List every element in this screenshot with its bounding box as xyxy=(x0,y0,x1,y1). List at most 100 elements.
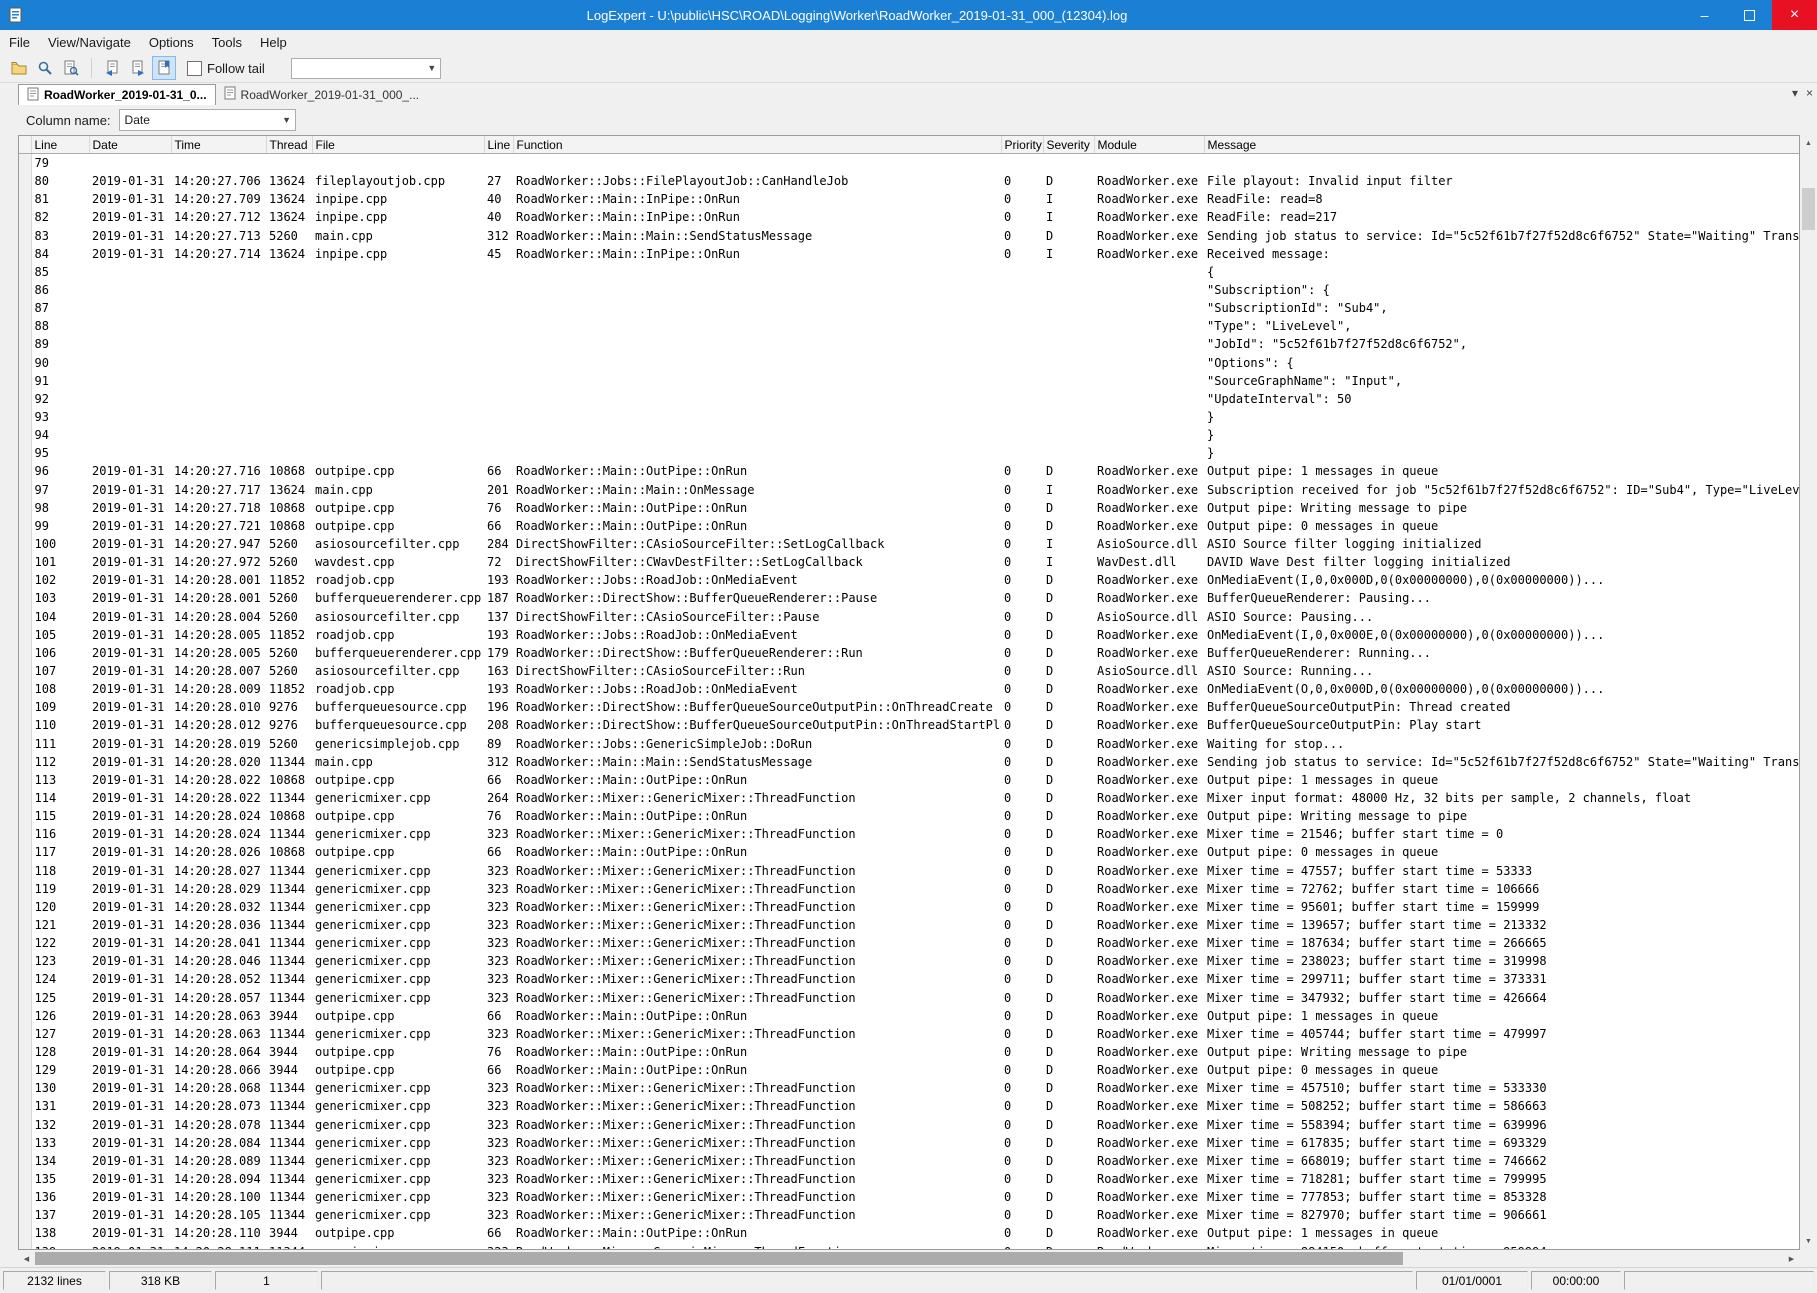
row-indicator[interactable] xyxy=(19,789,31,807)
log-row[interactable]: 1072019-01-3114:20:28.0075260asiosourcef… xyxy=(19,662,1799,680)
scroll-left-icon[interactable]: ◀ xyxy=(18,1250,35,1267)
row-indicator[interactable] xyxy=(19,970,31,988)
row-indicator[interactable] xyxy=(19,1007,31,1025)
row-indicator[interactable] xyxy=(19,354,31,372)
row-indicator[interactable] xyxy=(19,317,31,335)
follow-tail-checkbox[interactable] xyxy=(187,61,202,76)
app-icon[interactable] xyxy=(8,7,24,23)
log-row[interactable]: 1192019-01-3114:20:28.02911344genericmix… xyxy=(19,880,1799,898)
row-indicator[interactable] xyxy=(19,553,31,571)
header-file[interactable]: File xyxy=(312,136,484,154)
tab-close-icon[interactable]: × xyxy=(1806,86,1813,100)
row-indicator[interactable] xyxy=(19,680,31,698)
maximize-button[interactable] xyxy=(1727,0,1772,30)
row-indicator[interactable] xyxy=(19,1134,31,1152)
row-indicator[interactable] xyxy=(19,190,31,208)
log-row[interactable]: 89"JobId": "5c52f61b7f27f52d8c6f6752", xyxy=(19,335,1799,353)
row-indicator[interactable] xyxy=(19,825,31,843)
log-row[interactable]: 1132019-01-3114:20:28.02210868outpipe.cp… xyxy=(19,771,1799,789)
tab-roadworker-log-inactive[interactable]: RoadWorker_2019-01-31_000_... xyxy=(216,84,428,105)
row-indicator[interactable] xyxy=(19,1242,31,1250)
row-indicator[interactable] xyxy=(19,753,31,771)
log-row[interactable]: 1172019-01-3114:20:28.02610868outpipe.cp… xyxy=(19,843,1799,861)
log-row[interactable]: 1112019-01-3114:20:28.0195260genericsimp… xyxy=(19,735,1799,753)
log-row[interactable]: 79 xyxy=(19,154,1799,172)
row-indicator[interactable] xyxy=(19,843,31,861)
vertical-scroll-thumb[interactable] xyxy=(1802,188,1815,230)
row-indicator[interactable] xyxy=(19,517,31,535)
row-indicator[interactable] xyxy=(19,1061,31,1079)
row-indicator[interactable] xyxy=(19,499,31,517)
log-row[interactable]: 1212019-01-3114:20:28.03611344genericmix… xyxy=(19,916,1799,934)
header-priority[interactable]: Priority xyxy=(1001,136,1043,154)
log-row[interactable]: 1162019-01-3114:20:28.02411344genericmix… xyxy=(19,825,1799,843)
row-indicator[interactable] xyxy=(19,898,31,916)
row-indicator[interactable] xyxy=(19,735,31,753)
row-indicator[interactable] xyxy=(19,462,31,480)
header-severity[interactable]: Severity xyxy=(1043,136,1094,154)
row-indicator[interactable] xyxy=(19,771,31,789)
search-document-button[interactable] xyxy=(59,56,83,80)
row-indicator[interactable] xyxy=(19,589,31,607)
header-thread[interactable]: Thread xyxy=(266,136,312,154)
header-module[interactable]: Module xyxy=(1094,136,1204,154)
minimize-button[interactable]: – xyxy=(1682,0,1727,30)
log-row[interactable]: 1252019-01-3114:20:28.05711344genericmix… xyxy=(19,988,1799,1006)
row-indicator[interactable] xyxy=(19,299,31,317)
next-bookmark-button[interactable] xyxy=(126,56,150,80)
row-indicator[interactable] xyxy=(19,154,31,172)
header-date[interactable]: Date xyxy=(89,136,171,154)
row-indicator[interactable] xyxy=(19,1097,31,1115)
header-line[interactable]: Line xyxy=(31,136,89,154)
log-row[interactable]: 962019-01-3114:20:27.71610868outpipe.cpp… xyxy=(19,462,1799,480)
row-indicator[interactable] xyxy=(19,390,31,408)
row-indicator[interactable] xyxy=(19,934,31,952)
row-indicator[interactable] xyxy=(19,1043,31,1061)
log-row[interactable]: 812019-01-3114:20:27.70913624inpipe.cpp4… xyxy=(19,190,1799,208)
menu-options[interactable]: Options xyxy=(140,32,203,53)
row-indicator[interactable] xyxy=(19,426,31,444)
log-row[interactable]: 90"Options": { xyxy=(19,354,1799,372)
menu-help[interactable]: Help xyxy=(251,32,296,53)
row-indicator[interactable] xyxy=(19,1206,31,1224)
log-row[interactable]: 1372019-01-3114:20:28.10511344genericmix… xyxy=(19,1206,1799,1224)
row-indicator[interactable] xyxy=(19,1224,31,1242)
search-button[interactable] xyxy=(33,56,57,80)
row-indicator[interactable] xyxy=(19,335,31,353)
log-row[interactable]: 992019-01-3114:20:27.72110868outpipe.cpp… xyxy=(19,517,1799,535)
log-row[interactable]: 1392019-01-3114:20:28.11111344genericmix… xyxy=(19,1242,1799,1250)
log-row[interactable]: 802019-01-3114:20:27.70613624fileplayout… xyxy=(19,172,1799,190)
row-indicator[interactable] xyxy=(19,916,31,934)
log-row[interactable]: 1042019-01-3114:20:28.0045260asiosourcef… xyxy=(19,608,1799,626)
log-row[interactable]: 1182019-01-3114:20:28.02711344genericmix… xyxy=(19,861,1799,879)
log-row[interactable]: 1142019-01-3114:20:28.02211344genericmix… xyxy=(19,789,1799,807)
log-row[interactable]: 87"SubscriptionId": "Sub4", xyxy=(19,299,1799,317)
log-row[interactable]: 1242019-01-3114:20:28.05211344genericmix… xyxy=(19,970,1799,988)
scroll-right-icon[interactable]: ▶ xyxy=(1783,1250,1800,1267)
vertical-scrollbar[interactable]: ▲ ▼ xyxy=(1800,135,1817,1250)
row-indicator[interactable] xyxy=(19,1079,31,1097)
row-indicator[interactable] xyxy=(19,1170,31,1188)
log-row[interactable]: 85{ xyxy=(19,263,1799,281)
log-row[interactable]: 1312019-01-3114:20:28.07311344genericmix… xyxy=(19,1097,1799,1115)
tab-roadworker-log-active[interactable]: RoadWorker_2019-01-31_0... xyxy=(18,84,216,105)
row-indicator[interactable] xyxy=(19,608,31,626)
log-row[interactable]: 982019-01-3114:20:27.71810868outpipe.cpp… xyxy=(19,499,1799,517)
row-indicator[interactable] xyxy=(19,698,31,716)
log-row[interactable]: 1362019-01-3114:20:28.10011344genericmix… xyxy=(19,1188,1799,1206)
log-row[interactable]: 91"SourceGraphName": "Input", xyxy=(19,372,1799,390)
row-indicator[interactable] xyxy=(19,408,31,426)
row-indicator[interactable] xyxy=(19,263,31,281)
row-indicator[interactable] xyxy=(19,481,31,499)
header-time[interactable]: Time xyxy=(171,136,266,154)
menu-tools[interactable]: Tools xyxy=(203,32,251,53)
log-row[interactable]: 972019-01-3114:20:27.71713624main.cpp201… xyxy=(19,481,1799,499)
log-row[interactable]: 88"Type": "LiveLevel", xyxy=(19,317,1799,335)
log-row[interactable]: 1272019-01-3114:20:28.06311344genericmix… xyxy=(19,1025,1799,1043)
row-indicator[interactable] xyxy=(19,245,31,263)
row-indicator[interactable] xyxy=(19,880,31,898)
tab-list-chevron-icon[interactable]: ▾ xyxy=(1792,86,1798,100)
bookmark-list-button[interactable] xyxy=(152,56,176,80)
log-row[interactable]: 1342019-01-3114:20:28.08911344genericmix… xyxy=(19,1152,1799,1170)
close-button[interactable]: × xyxy=(1772,0,1817,30)
